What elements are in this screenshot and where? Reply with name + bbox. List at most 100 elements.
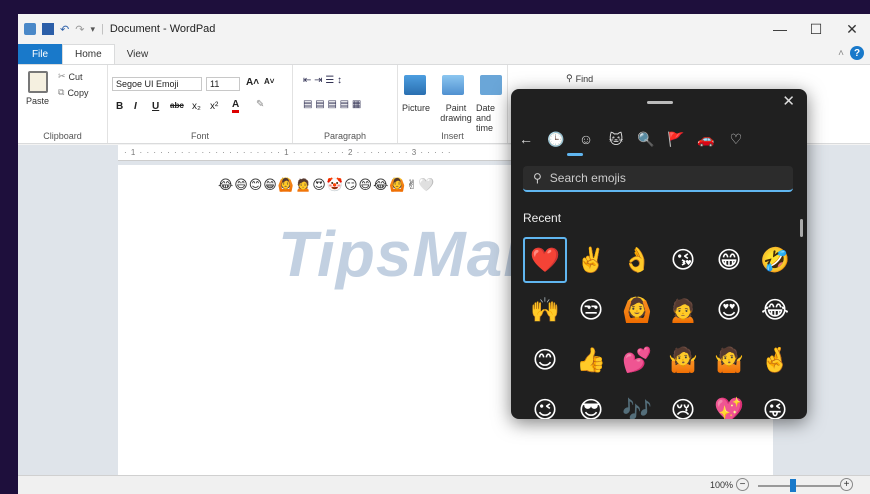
emoji-cell[interactable]: 🤞 — [753, 337, 797, 383]
emoji-cell[interactable]: ✌️ — [569, 237, 613, 283]
font-size-select[interactable]: 11 — [206, 77, 240, 91]
subscript-button[interactable]: x₂ — [192, 101, 201, 112]
emoji-cell[interactable]: 😘 — [661, 237, 705, 283]
emoji-cell[interactable]: 😒 — [569, 287, 613, 333]
active-tab-indicator — [567, 153, 583, 156]
emoji-cell[interactable]: 😍 — [707, 287, 751, 333]
emoji-cell[interactable]: 😜 — [753, 387, 797, 420]
italic-button[interactable]: I — [134, 101, 137, 112]
emoji-cell[interactable]: 👍 — [569, 337, 613, 383]
scissors-icon: ✂ — [58, 71, 66, 81]
zoom-slider-thumb[interactable] — [790, 479, 796, 492]
scrollbar[interactable] — [800, 219, 803, 237]
emoji-cell[interactable]: 😉 — [523, 387, 567, 420]
emoji-cell[interactable]: ❤️ — [523, 237, 567, 283]
emoji-cell[interactable]: 😢 — [661, 387, 705, 420]
paragraph-group: ⇤ ⇥ ☰ ↕ ▤ ▤ ▤ ▤ ▦ Paragraph — [293, 65, 398, 143]
emoji-cell[interactable]: 💕 — [615, 337, 659, 383]
font-family-select[interactable]: Segoe UI Emoji — [112, 77, 202, 91]
drag-handle[interactable] — [647, 101, 673, 104]
app-icon — [24, 23, 36, 35]
flag-icon[interactable]: 🚩 — [661, 131, 691, 148]
save-icon[interactable] — [42, 23, 54, 35]
emoji-cell[interactable]: 😂 — [753, 287, 797, 333]
superscript-button[interactable]: x² — [210, 101, 218, 112]
zoom-slider[interactable] — [758, 485, 840, 487]
find-label: Find — [575, 73, 594, 84]
status-bar: 100% − + — [18, 475, 870, 494]
copy-button[interactable]: ⧉ Copy — [58, 87, 88, 98]
minimize-button[interactable]: — — [762, 14, 798, 44]
help-icon[interactable]: ? — [850, 46, 864, 60]
search-icon: ⚲ — [533, 171, 542, 185]
animal-icon[interactable]: 🐱 — [601, 131, 631, 148]
tab-view[interactable]: View — [115, 44, 161, 64]
shrink-font-button[interactable]: A˅ — [264, 77, 274, 86]
copy-icon: ⧉ — [58, 87, 65, 97]
paint-icon[interactable] — [442, 75, 464, 95]
window-controls: — ☐ ✕ — [762, 14, 870, 44]
emoji-cell[interactable]: 💖 — [707, 387, 751, 420]
car-icon[interactable]: 🚗 — [691, 131, 721, 148]
calendar-icon[interactable] — [480, 75, 502, 95]
font-group: Segoe UI Emoji 11 A˄ A˅ B I U abc x₂ x² … — [108, 65, 293, 143]
recent-icon[interactable]: 🕒 — [541, 131, 571, 148]
emoji-cell[interactable]: 🙆 — [615, 287, 659, 333]
emoji-cell[interactable]: 🎶 — [615, 387, 659, 420]
font-color-icon[interactable]: A — [232, 99, 240, 113]
indent-icon[interactable]: ⇤ ⇥ ☰ ↕ — [303, 75, 342, 86]
find-button[interactable]: ⚲ Find — [566, 73, 593, 84]
ribbon-tabs: File Home View — [18, 44, 870, 64]
emoji-cell[interactable]: 👌 — [615, 237, 659, 283]
back-icon[interactable]: ← — [511, 131, 541, 147]
zoom-in-button[interactable]: + — [840, 478, 853, 491]
emoji-cell[interactable]: 😊 — [523, 337, 567, 383]
highlight-icon[interactable]: ✎ — [256, 99, 264, 110]
grow-font-button[interactable]: A˄ — [246, 77, 259, 88]
document-text[interactable]: 😂😄😊😁🙆🙍😍🤡😏😄😂🙆✌🤍 — [218, 177, 436, 193]
strikethrough-button[interactable]: abc — [170, 101, 184, 110]
maximize-button[interactable]: ☐ — [798, 14, 834, 44]
customize-qa-icon[interactable]: ▾ — [90, 24, 95, 35]
undo-icon[interactable]: ↶ — [60, 23, 69, 36]
zoom-level: 100% — [710, 480, 734, 490]
copy-label: Copy — [67, 87, 89, 98]
tab-file[interactable]: File — [18, 44, 62, 64]
emoji-panel: ✕ ← 🕒 ☺ 🐱 🔍 🚩 🚗 ♡ ⚲ Search emojis Recent… — [511, 89, 807, 419]
close-button[interactable]: ✕ — [834, 14, 870, 44]
emoji-cell[interactable]: 🙍 — [661, 287, 705, 333]
section-title: Recent — [523, 211, 562, 225]
picture-label: Picture — [402, 103, 431, 113]
paragraph-label: Paragraph — [323, 131, 367, 141]
emoji-grid: ❤️ ✌️ 👌 😘 😁 🤣 🙌 😒 🙆 🙍 😍 😂 😊 👍 💕 🤷 🤷 🤞 😉 … — [523, 237, 795, 419]
emoji-cell[interactable]: 🤣 — [753, 237, 797, 283]
redo-icon[interactable]: ↷ — [75, 23, 84, 36]
insert-label: Insert — [441, 131, 464, 141]
quick-access-toolbar: ↶ ↷ ▾ | — [18, 23, 104, 36]
title-bar: ↶ ↷ ▾ | Document - WordPad — ☐ ✕ — [18, 14, 870, 44]
emoji-cell[interactable]: 🤷 — [661, 337, 705, 383]
paste-button[interactable]: Paste — [26, 71, 49, 106]
emoji-close-button[interactable]: ✕ — [782, 92, 795, 110]
font-label: Font — [190, 131, 209, 141]
underline-button[interactable]: U — [152, 101, 159, 112]
cut-button[interactable]: ✂ Cut — [58, 71, 83, 82]
paint-label: Paint drawing — [440, 103, 472, 123]
binoculars-icon: ⚲ — [566, 73, 573, 83]
smiley-icon[interactable]: ☺ — [571, 131, 601, 147]
emoji-cell[interactable]: 🤷 — [707, 337, 751, 383]
collapse-ribbon-icon[interactable]: ˄ — [838, 48, 844, 59]
bold-button[interactable]: B — [116, 101, 123, 112]
zoom-out-button[interactable]: − — [736, 478, 749, 491]
emoji-search-input[interactable]: ⚲ Search emojis — [523, 166, 793, 192]
align-icons[interactable]: ▤ ▤ ▤ ▤ ▦ — [303, 99, 361, 110]
cut-label: Cut — [68, 71, 83, 82]
emoji-cell[interactable]: 😁 — [707, 237, 751, 283]
picture-icon[interactable] — [404, 75, 426, 95]
emoji-cell[interactable]: 😎 — [569, 387, 613, 420]
heart-icon[interactable]: ♡ — [721, 131, 751, 148]
emoji-cell[interactable]: 🙌 — [523, 287, 567, 333]
search-category-icon[interactable]: 🔍 — [631, 131, 661, 148]
datetime-label: Date and time — [476, 103, 496, 133]
tab-home[interactable]: Home — [62, 44, 115, 64]
